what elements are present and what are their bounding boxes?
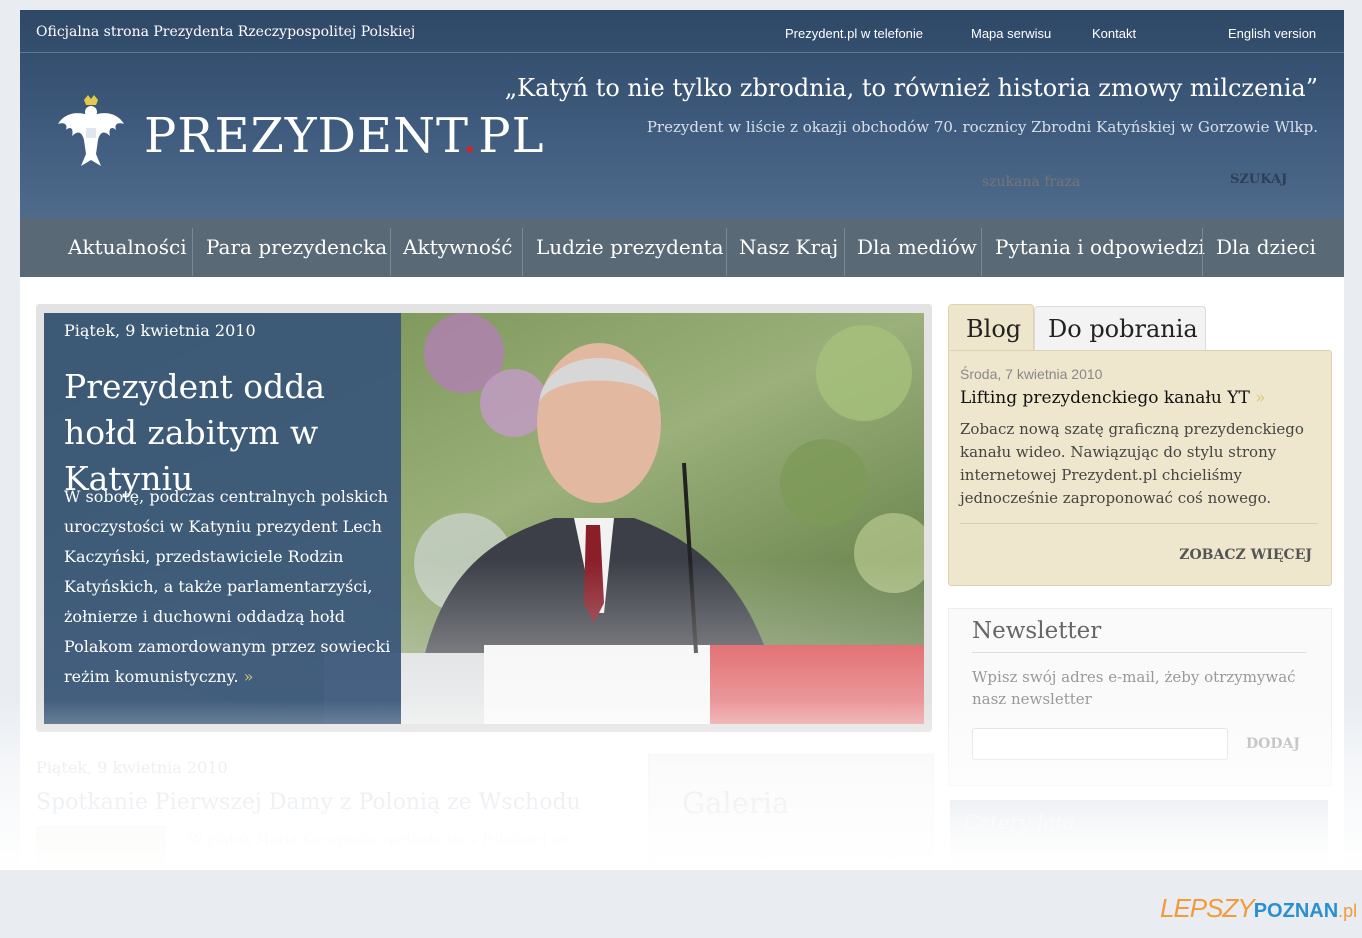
blog-text: Zobacz nową szatę graficzną prezydenckie…	[960, 420, 1304, 507]
header: Oficjalna strona Prezydenta Rzeczypospol…	[20, 10, 1344, 218]
hero-text: W sobotę, podczas centralnych polskich u…	[64, 482, 394, 692]
news-thumbnail[interactable]	[36, 826, 166, 866]
phone-link[interactable]: Prezydent.pl w telefonie	[785, 26, 923, 41]
blog-date: Środa, 7 kwietnia 2010	[960, 366, 1103, 382]
nav-item-ludzie-prezydenta[interactable]: Ludzie prezydenta	[536, 218, 724, 277]
eagle-emblem-icon[interactable]	[56, 94, 126, 174]
gallery-title: Galeria	[682, 786, 790, 820]
search-button[interactable]: SZUKAJ	[1230, 172, 1287, 187]
logo-main: PREZYDENT	[144, 108, 462, 164]
header-divider	[20, 52, 1344, 53]
nav-divider	[844, 228, 845, 276]
nav-item-dla-mediow[interactable]: Dla mediów	[857, 218, 977, 277]
newsletter-title: Newsletter	[972, 618, 1102, 644]
sitemap-link[interactable]: Mapa serwisu	[971, 26, 1051, 41]
nav-item-para-prezydencka[interactable]: Para prezydencka	[206, 218, 387, 277]
newsletter-email-input[interactable]	[972, 728, 1228, 760]
nav-divider	[522, 228, 523, 276]
tab-blog-label: Blog	[966, 315, 1022, 343]
watermark-part-2: POZNAN	[1253, 900, 1339, 922]
watermark-part-1: LEPSZY	[1160, 893, 1255, 923]
hero-date: Piątek, 9 kwietnia 2010	[64, 321, 256, 340]
hero-more-arrow[interactable]: »	[244, 667, 254, 686]
blog-divider	[960, 523, 1318, 524]
nav-divider	[1202, 228, 1203, 276]
news-text: W piątek Maria Kaczyńska spotkała się z …	[188, 832, 567, 848]
nav-divider	[192, 228, 193, 276]
main-nav: Aktualności Para prezydencka Aktywność L…	[20, 218, 1344, 277]
see-more-link[interactable]: ZOBACZ WIĘCEJ	[1179, 547, 1312, 563]
site-logo[interactable]: PREZYDENT.PL	[144, 108, 544, 164]
nav-divider	[726, 228, 727, 276]
nav-divider	[981, 228, 982, 276]
newsletter-divider	[972, 652, 1306, 653]
blog-title[interactable]: Lifting prezydenckiego kanału YT »	[960, 388, 1266, 408]
blog-title-text: Lifting prezydenckiego kanału YT	[960, 388, 1250, 408]
newsletter-add-button[interactable]: DODAJ	[1246, 736, 1300, 752]
hero-body: W sobotę, podczas centralnych polskich u…	[64, 487, 391, 686]
site: Oficjalna strona Prezydenta Rzeczypospol…	[20, 10, 1344, 870]
news-title[interactable]: Spotkanie Pierwszej Damy z Polonią ze Ws…	[36, 790, 581, 815]
contact-link[interactable]: Kontakt	[1092, 26, 1136, 41]
header-quote-source: Prezydent w liście z okazji obchodów 70.…	[646, 118, 1318, 136]
lepszy-poznan-watermark: LEPSZYPOZNAN.pl	[1160, 893, 1357, 924]
newsletter-text: Wpisz swój adres e-mail, żeby otrzymywać…	[972, 668, 1296, 708]
nav-divider	[390, 228, 391, 276]
news-date: Piątek, 9 kwietnia 2010	[36, 758, 228, 777]
logo-dot: .	[462, 108, 479, 164]
nav-item-aktywnosc[interactable]: Aktywność	[403, 218, 512, 277]
english-version-link[interactable]: English version	[1228, 26, 1316, 41]
official-site-label: Oficjalna strona Prezydenta Rzeczypospol…	[36, 24, 416, 40]
nav-item-aktualnosci[interactable]: Aktualności	[68, 218, 187, 277]
nav-item-pytania[interactable]: Pytania i odpowiedzi	[995, 218, 1205, 277]
nav-item-nasz-kraj[interactable]: Nasz Kraj	[739, 218, 838, 277]
header-quote[interactable]: „Katyń to nie tylko zbrodnia, to również…	[505, 74, 1318, 102]
tab-do-pobrania-label: Do pobrania	[1048, 315, 1198, 343]
watermark-part-3: .pl	[1338, 901, 1358, 921]
blog-title-arrow: »	[1255, 388, 1266, 408]
nav-item-dla-dzieci[interactable]: Dla dzieci	[1216, 218, 1316, 277]
logo-tld: PL	[478, 108, 545, 164]
search-input[interactable]	[980, 170, 1194, 194]
cztery-lata-label: Cztery lata	[964, 810, 1076, 834]
